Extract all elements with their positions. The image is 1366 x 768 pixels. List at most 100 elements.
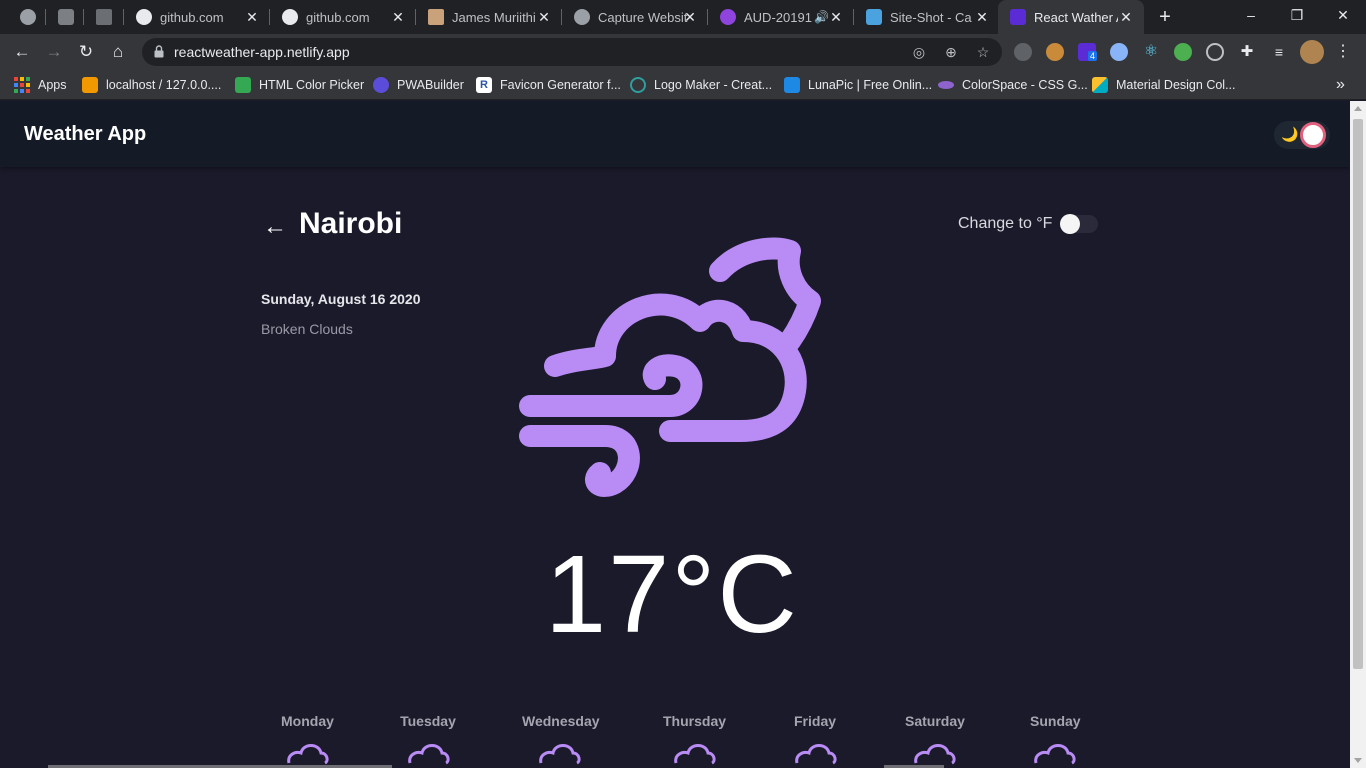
back-button[interactable]: ← <box>10 40 34 64</box>
moon-icon: 🌙 <box>1281 126 1299 142</box>
tab-github-2[interactable]: github.com ✕ <box>270 0 416 34</box>
location-icon[interactable]: ◎ <box>910 44 928 60</box>
phpmyadmin-icon <box>82 77 98 93</box>
react-devtools-icon[interactable]: ⚛ <box>1142 43 1160 61</box>
extensions-puzzle-icon[interactable]: ✚ <box>1238 43 1256 61</box>
cloud-icon <box>795 744 837 765</box>
bookmark-pwabuilder[interactable]: PWABuilder <box>373 76 464 94</box>
tab-title: Site-Shot - Cap <box>890 9 972 25</box>
install-icon[interactable]: ⊕ <box>942 44 960 60</box>
bookmark-apps[interactable]: Apps <box>14 76 67 94</box>
bookmark-favicon-generator[interactable]: R Favicon Generator f... <box>476 76 621 94</box>
close-tab-icon[interactable]: ✕ <box>828 9 844 25</box>
profile-avatar[interactable] <box>1300 40 1324 64</box>
tree-icon <box>96 9 112 25</box>
tab-title: Capture Websit <box>598 9 688 25</box>
bookmark-label: PWABuilder <box>397 78 464 92</box>
new-tab-button[interactable]: + <box>1154 6 1176 28</box>
close-tab-icon[interactable]: ✕ <box>244 9 260 25</box>
bookmark-label: HTML Color Picker <box>259 78 365 92</box>
close-tab-icon[interactable]: ✕ <box>536 9 552 25</box>
close-tab-icon[interactable]: ✕ <box>974 9 990 25</box>
forward-button[interactable]: → <box>42 40 66 64</box>
tab-title: James Muriithi <box>452 9 536 25</box>
camera-extension-icon[interactable] <box>1014 43 1032 61</box>
forecast-day: Friday <box>794 713 837 765</box>
forecast-day-name: Tuesday <box>400 713 456 729</box>
cloud-icon <box>539 744 581 765</box>
color-picker-icon <box>235 77 251 93</box>
reload-button[interactable]: ↻ <box>74 40 98 64</box>
tab-title: AUD-20191 <box>744 9 812 25</box>
scroll-down-arrow-icon[interactable] <box>1354 758 1362 763</box>
tab-pinned-2[interactable] <box>46 0 84 34</box>
unit-switch[interactable]: Change to °F <box>958 214 1099 234</box>
forecast-day-name: Saturday <box>905 713 965 729</box>
theme-toggle[interactable]: 🌙 <box>1274 121 1330 149</box>
edge-extension-icon[interactable] <box>1110 43 1128 61</box>
scrollbar-thumb[interactable] <box>1353 119 1363 669</box>
tab-capture[interactable]: Capture Websit ✕ <box>562 0 708 34</box>
bookmark-star-icon[interactable]: ☆ <box>974 44 992 60</box>
browser-toolbar: ← → ↻ ⌂ reactweather-app.netlify.app ◎ ⊕… <box>0 34 1366 70</box>
bookmark-localhost[interactable]: localhost / 127.0.0.... <box>82 76 221 94</box>
bookmark-colorspace[interactable]: ColorSpace - CSS G... <box>938 76 1088 94</box>
tab-pinned-1[interactable] <box>8 0 46 34</box>
back-arrow-icon[interactable]: ← <box>263 213 287 241</box>
tab-title: github.com <box>160 9 224 25</box>
extension-with-badge-icon[interactable]: 4 <box>1078 43 1098 61</box>
colorzilla-icon[interactable] <box>1174 43 1192 61</box>
cookie-extension-icon[interactable] <box>1046 43 1064 61</box>
lunapic-icon <box>784 77 800 93</box>
scroll-up-arrow-icon[interactable] <box>1354 106 1362 111</box>
logo-maker-icon <box>630 77 646 93</box>
bookmarks-overflow-button[interactable]: » <box>1336 76 1345 94</box>
cloud-icon <box>1034 744 1076 765</box>
unit-toggle[interactable] <box>1060 214 1099 234</box>
tab-pinned-3[interactable] <box>84 0 124 34</box>
maximize-button[interactable]: ❐ <box>1274 0 1320 30</box>
forecast-day: Thursday <box>663 713 727 765</box>
city-name: Nairobi <box>299 207 403 240</box>
close-tab-icon[interactable]: ✕ <box>390 9 406 25</box>
bookmark-logo-maker[interactable]: Logo Maker - Creat... <box>630 76 772 94</box>
tab-site-shot[interactable]: Site-Shot - Cap ✕ <box>854 0 1000 34</box>
favicon-generator-icon: R <box>476 77 492 93</box>
bookmark-lunapic[interactable]: LunaPic | Free Onlin... <box>784 76 932 94</box>
tab-audio[interactable]: AUD-20191 🔊 ✕ <box>708 0 854 34</box>
tab-react-weather[interactable]: React Wather A ✕ <box>998 0 1144 34</box>
unit-toggle-knob <box>1060 214 1081 234</box>
web-page: Weather App 🌙 ← Nairobi Change to °F Sun… <box>0 101 1350 768</box>
apps-grid-icon <box>14 77 30 93</box>
bookmark-label: LunaPic | Free Onlin... <box>808 78 933 92</box>
bookmark-material-design[interactable]: Material Design Col... <box>1092 76 1236 94</box>
weather-description: Broken Clouds <box>261 321 353 337</box>
home-button[interactable]: ⌂ <box>106 40 130 64</box>
theme-toggle-knob <box>1300 122 1326 148</box>
minimize-button[interactable]: – <box>1228 0 1274 30</box>
browser-tab-strip: github.com ✕ github.com ✕ James Muriithi… <box>0 0 1366 34</box>
bookmark-label: Logo Maker - Creat... <box>654 78 773 92</box>
page-scrollbar[interactable] <box>1350 101 1366 768</box>
tab-github-1[interactable]: github.com ✕ <box>124 0 270 34</box>
app-header: Weather App 🌙 <box>0 101 1350 167</box>
forecast-day: Monday <box>281 713 334 765</box>
bookmarks-bar: Apps localhost / 127.0.0.... HTML Color … <box>0 70 1366 100</box>
close-tab-icon[interactable]: ✕ <box>1118 9 1134 25</box>
address-bar[interactable]: reactweather-app.netlify.app ◎ ⊕ ☆ <box>142 38 1002 66</box>
forecast-day: Saturday <box>905 713 965 765</box>
media-control-icon[interactable]: ≡ <box>1270 43 1288 61</box>
tab-james[interactable]: James Muriithi ✕ <box>416 0 562 34</box>
bookmark-label: Apps <box>38 78 67 92</box>
target-extension-icon[interactable] <box>1206 43 1224 61</box>
bookmark-color-picker[interactable]: HTML Color Picker <box>235 76 364 94</box>
tab-title: github.com <box>306 9 370 25</box>
url-text: reactweather-app.netlify.app <box>174 44 350 60</box>
cloud-icon <box>674 744 716 765</box>
speaker-icon[interactable]: 🔊 <box>814 10 829 24</box>
close-tab-icon[interactable]: ✕ <box>682 9 698 25</box>
forecast-day-name: Thursday <box>663 713 727 729</box>
close-window-button[interactable]: ✕ <box>1320 0 1366 30</box>
gitlab-icon <box>58 9 74 25</box>
chrome-menu-icon[interactable]: ⋮ <box>1334 43 1352 61</box>
